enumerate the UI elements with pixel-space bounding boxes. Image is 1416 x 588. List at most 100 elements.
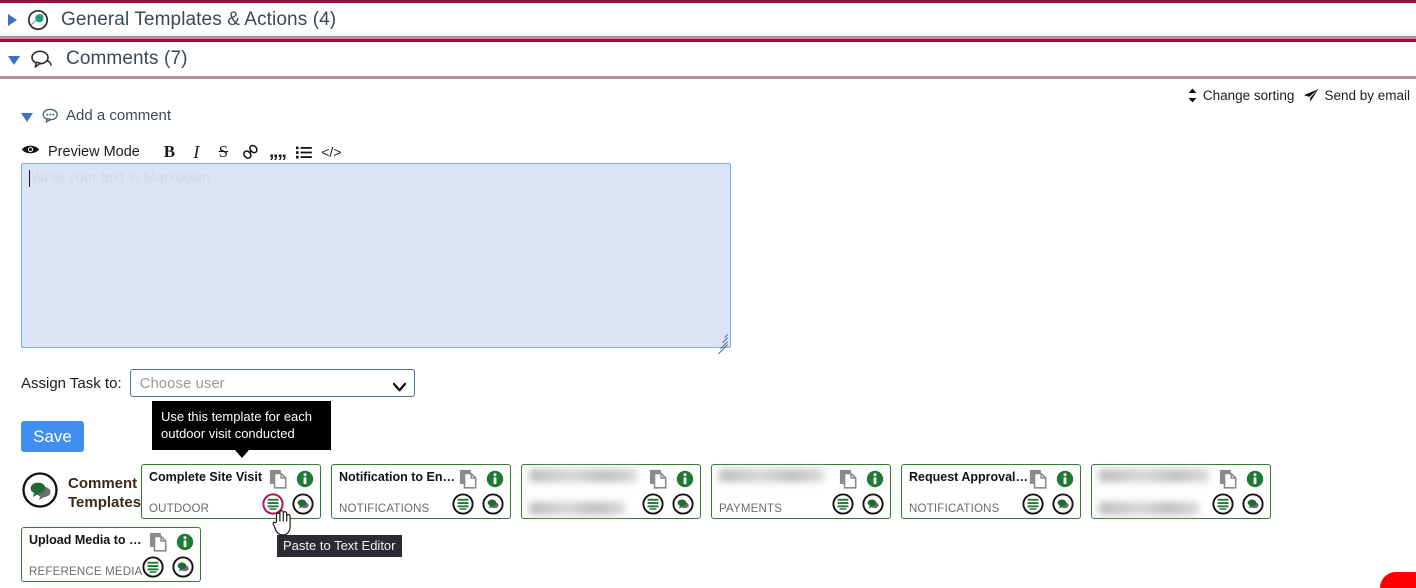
comment-textarea-placeholder: Write your text in Markdown xyxy=(31,170,211,186)
paste-to-text-editor-icon[interactable] xyxy=(142,556,164,578)
paste-to-comment-icon[interactable] xyxy=(1242,493,1264,515)
comments-panel: General Templates & Actions (4) Comments… xyxy=(0,0,1416,588)
template-card[interactable]: Upload Media to … REFERENCE MEDIA xyxy=(21,527,201,582)
copy-icon[interactable] xyxy=(269,469,288,489)
comment-templates-icon xyxy=(21,471,59,514)
save-button[interactable]: Save xyxy=(21,421,84,452)
assign-task-row: Assign Task to: Choose user xyxy=(21,369,415,397)
section-header-comments[interactable]: Comments (7) xyxy=(0,39,1416,79)
template-card-category xyxy=(529,502,625,515)
section-title: Comments (7) xyxy=(66,48,188,69)
template-hint-tooltip: Use this template for each outdoor visit… xyxy=(152,401,331,458)
corner-indicator xyxy=(1380,572,1416,588)
collapse-arrow-icon[interactable] xyxy=(8,56,20,65)
paste-to-text-editor-icon[interactable] xyxy=(832,493,854,515)
template-card[interactable] xyxy=(521,464,701,519)
comment-textarea[interactable]: Write your text in Markdown xyxy=(21,163,731,355)
resize-handle[interactable] xyxy=(714,331,728,355)
copy-icon[interactable] xyxy=(1219,469,1238,489)
markdown-toolbar: Preview Mode B I S „„ </> xyxy=(21,141,345,163)
add-comment-label: Add a comment xyxy=(66,107,172,124)
send-by-email-label: Send by email xyxy=(1324,88,1410,103)
bold-button[interactable]: B xyxy=(156,141,183,163)
info-icon[interactable] xyxy=(676,470,694,488)
template-card-category: PAYMENTS xyxy=(719,503,783,515)
paste-to-comment-icon[interactable] xyxy=(672,493,694,515)
copy-icon[interactable] xyxy=(459,469,478,489)
expand-arrow-icon[interactable] xyxy=(8,13,17,26)
template-hint-tooltip-text: Use this template for each outdoor visit… xyxy=(161,409,313,441)
paper-plane-icon xyxy=(1303,88,1319,103)
template-card-title xyxy=(1099,469,1217,482)
preview-mode-button[interactable]: Preview Mode xyxy=(21,143,140,161)
copy-icon[interactable] xyxy=(1029,469,1048,489)
template-card-category: NOTIFICATIONS xyxy=(339,503,430,515)
info-icon[interactable] xyxy=(176,533,194,551)
comment-bubble-icon xyxy=(30,48,54,70)
target-circle-icon xyxy=(27,9,49,31)
info-icon[interactable] xyxy=(486,470,504,488)
code-button[interactable]: </> xyxy=(318,141,345,163)
template-card-category: NOTIFICATIONS xyxy=(909,503,1000,515)
copy-icon[interactable] xyxy=(839,469,858,489)
template-card[interactable]: PAYMENTS xyxy=(711,464,891,519)
italic-button[interactable]: I xyxy=(183,141,210,163)
section-header-general-templates[interactable]: General Templates & Actions (4) xyxy=(0,0,1416,39)
paste-to-text-editor-icon[interactable] xyxy=(1022,493,1044,515)
comment-toolbar-actions: Change sorting Send by email xyxy=(1187,88,1410,103)
comment-templates-label: Comment Templates xyxy=(21,471,141,514)
paste-to-text-editor-icon[interactable] xyxy=(452,493,474,515)
template-card-title xyxy=(719,469,837,482)
template-card-category: OUTDOOR xyxy=(149,503,210,515)
eye-icon xyxy=(21,143,40,161)
link-icon[interactable] xyxy=(237,141,264,163)
copy-icon[interactable] xyxy=(649,469,668,489)
comment-templates-text: Comment Templates xyxy=(68,474,141,512)
add-comment-toggle[interactable]: Add a comment xyxy=(21,107,171,124)
text-caret xyxy=(29,170,30,187)
info-icon[interactable] xyxy=(1246,470,1264,488)
template-card-title: Complete Site Visit xyxy=(149,470,262,484)
change-sorting-label: Change sorting xyxy=(1202,88,1295,103)
chevron-down-icon xyxy=(392,380,406,392)
comment-templates-line2: Templates xyxy=(68,493,142,511)
template-card[interactable]: Notification to En… NOTIFICATIONS xyxy=(331,464,511,519)
send-by-email-button[interactable]: Send by email xyxy=(1303,88,1410,103)
template-card-title xyxy=(529,469,647,482)
paste-to-comment-icon[interactable] xyxy=(1052,493,1074,515)
template-card[interactable]: Request Approval… NOTIFICATIONS xyxy=(901,464,1081,519)
strikethrough-button[interactable]: S xyxy=(210,141,237,163)
paste-to-comment-icon[interactable] xyxy=(292,493,314,515)
comment-templates-line1: Comment xyxy=(68,474,138,492)
template-card[interactable]: Complete Site Visit OUTDOOR xyxy=(141,464,321,519)
copy-icon[interactable] xyxy=(149,532,168,552)
bullet-list-icon[interactable] xyxy=(291,141,318,163)
template-card-title: Notification to En… xyxy=(339,470,455,484)
paste-to-text-editor-icon[interactable] xyxy=(262,493,284,515)
template-card[interactable] xyxy=(1091,464,1271,519)
assign-task-label: Assign Task to: xyxy=(21,374,122,392)
info-icon[interactable] xyxy=(866,470,884,488)
add-comment-collapse-arrow-icon[interactable] xyxy=(21,112,33,122)
paste-to-text-editor-icon[interactable] xyxy=(642,493,664,515)
paste-to-text-editor-icon[interactable] xyxy=(1212,493,1234,515)
assign-user-select[interactable]: Choose user xyxy=(129,369,415,397)
template-card-title: Upload Media to … xyxy=(29,533,142,547)
paste-to-comment-icon[interactable] xyxy=(482,493,504,515)
paste-hint-tooltip: Paste to Text Editor xyxy=(277,535,402,557)
section-title: General Templates & Actions (4) xyxy=(61,8,337,30)
change-sorting-button[interactable]: Change sorting xyxy=(1187,88,1295,103)
info-icon[interactable] xyxy=(1056,470,1074,488)
comment-bubble-icon xyxy=(42,108,59,123)
paste-to-comment-icon[interactable] xyxy=(862,493,884,515)
template-card-category xyxy=(1099,502,1199,515)
assign-user-selected-value: Choose user xyxy=(139,374,225,392)
info-icon[interactable] xyxy=(296,470,314,488)
paste-to-comment-icon[interactable] xyxy=(172,556,194,578)
sort-updown-icon xyxy=(1187,88,1198,103)
template-card-title: Request Approval… xyxy=(909,470,1027,484)
preview-mode-label: Preview Mode xyxy=(48,144,140,160)
tooltip-arrow xyxy=(234,450,249,458)
quote-button[interactable]: „„ xyxy=(264,141,291,163)
template-card-category: REFERENCE MEDIA xyxy=(29,566,143,578)
